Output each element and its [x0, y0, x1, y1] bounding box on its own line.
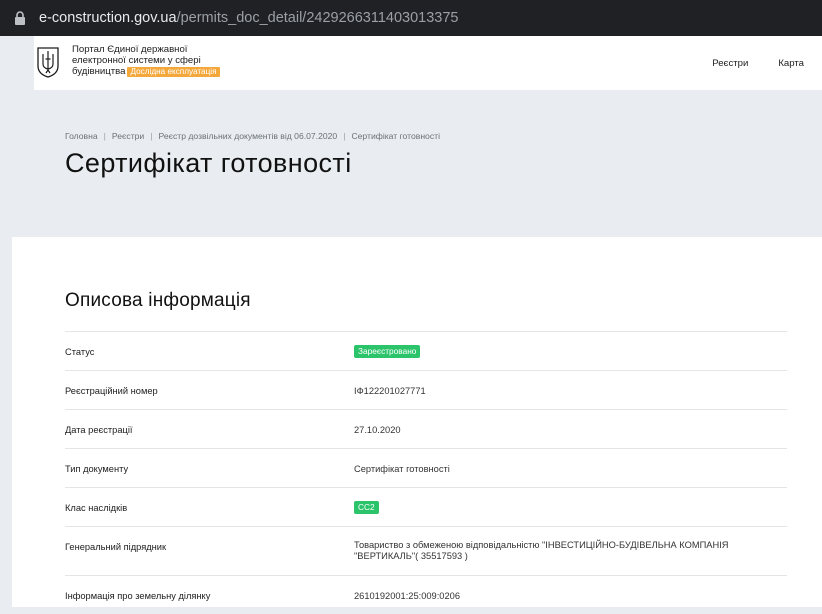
info-row-doc-type: Тип документу Сертифікат готовності	[65, 448, 787, 487]
info-row-status: Статус Зареєстровано	[65, 331, 787, 370]
portal-title-line3: будівництва	[72, 65, 126, 77]
row-label: Тип документу	[65, 464, 129, 474]
url-path: /permits_doc_detail/2429266311403013375	[176, 10, 459, 26]
row-value-line2: "ВЕРТИКАЛЬ"( 35517593 )	[354, 551, 468, 561]
site-header: Портал Єдиної державної електронної сист…	[34, 36, 822, 91]
info-row-land-plot: Інформація про земельну ділянку 26101920…	[65, 575, 787, 614]
hero-section: Головна | Реєстри | Реєстр дозвільних до…	[12, 90, 822, 237]
main-nav: Реєстри Карта	[712, 58, 804, 69]
row-label: Інформація про земельну ділянку	[65, 591, 211, 601]
breadcrumb: Головна | Реєстри | Реєстр дозвільних до…	[65, 131, 440, 141]
row-value: 27.10.2020	[354, 425, 401, 435]
row-value-line1: Товариство з обмеженою відповідальністю …	[354, 540, 729, 550]
row-value: Сертифікат готовності	[354, 464, 450, 474]
breadcrumb-home[interactable]: Головна	[65, 131, 98, 141]
nav-map-link[interactable]: Карта	[778, 58, 804, 69]
class-badge: СС2	[354, 501, 379, 514]
row-label: Статус	[65, 347, 95, 357]
breadcrumb-permits-registry[interactable]: Реєстр дозвільних документів від 06.07.2…	[158, 131, 337, 141]
breadcrumb-current: Сертифікат готовності	[351, 131, 440, 141]
row-label: Дата реєстрації	[65, 425, 133, 435]
portal-title[interactable]: Портал Єдиної державної електронної сист…	[72, 44, 220, 77]
breadcrumb-separator: |	[103, 131, 106, 141]
section-title: Описова інформація	[65, 290, 251, 311]
breadcrumb-separator: |	[150, 131, 153, 141]
row-label: Генеральний підрядник	[65, 542, 167, 552]
info-row-general-contractor: Генеральний підрядник Товариство з обмеж…	[65, 526, 787, 575]
content-panel: Описова інформація Статус Зареєстровано …	[12, 237, 822, 607]
trial-badge: Дослідна експлуатація	[127, 66, 220, 77]
trident-emblem-icon[interactable]	[36, 46, 60, 78]
status-badge: Зареєстровано	[354, 345, 421, 358]
row-value: 2610192001:25:009:0206	[354, 591, 460, 601]
breadcrumb-separator: |	[343, 131, 346, 141]
row-value: Зареєстровано	[354, 345, 421, 358]
row-label: Клас наслідків	[65, 503, 128, 513]
lock-icon	[15, 11, 25, 25]
row-value: Товариство з обмеженою відповідальністю …	[354, 540, 728, 562]
browser-address-bar[interactable]: e-construction.gov.ua/permits_doc_detail…	[0, 0, 822, 36]
nav-registries-link[interactable]: Реєстри	[712, 58, 748, 69]
breadcrumb-registries[interactable]: Реєстри	[112, 131, 144, 141]
info-row-reg-date: Дата реєстрації 27.10.2020	[65, 409, 787, 448]
row-value: СС2	[354, 501, 379, 514]
row-value: ІФ122201027771	[354, 386, 426, 396]
info-row-reg-number: Реєстраційний номер ІФ122201027771	[65, 370, 787, 409]
info-row-consequence-class: Клас наслідків СС2	[65, 487, 787, 526]
row-label: Реєстраційний номер	[65, 386, 158, 396]
page-title: Сертифікат готовності	[65, 148, 352, 178]
info-table: Статус Зареєстровано Реєстраційний номер…	[65, 331, 787, 614]
url-host: e-construction.gov.ua	[39, 10, 177, 26]
